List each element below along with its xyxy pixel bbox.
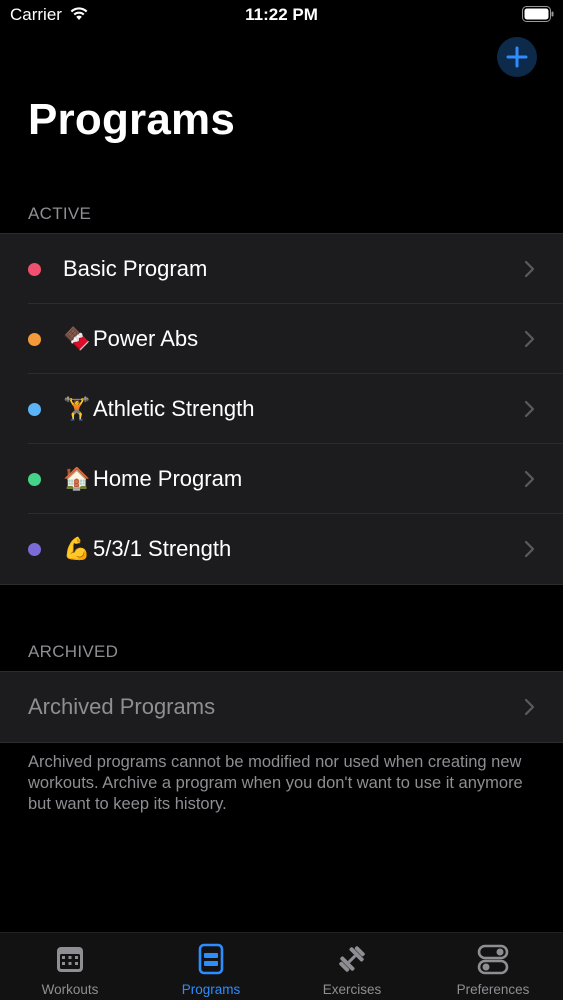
program-row-home-program[interactable]: 🏠 Home Program <box>0 444 563 514</box>
archived-programs-list: Archived Programs <box>0 671 563 743</box>
plus-icon <box>506 46 528 68</box>
chevron-right-icon <box>524 260 535 278</box>
dumbbell-icon <box>339 946 365 972</box>
program-label: 🏠 Home Program <box>63 466 243 491</box>
program-label: 🍫 Power Abs <box>63 326 199 351</box>
program-color-dot <box>28 333 41 346</box>
program-color-dot <box>28 263 41 276</box>
program-label: 🏋️ Athletic Strength <box>63 396 255 421</box>
status-bar: Carrier 11:22 PM <box>0 0 563 30</box>
chevron-right-icon <box>524 400 535 418</box>
program-color-dot <box>28 473 41 486</box>
program-emoji: 🏠 <box>63 466 91 491</box>
calendar-icon <box>57 947 83 972</box>
tab-programs[interactable]: Programs <box>141 933 281 1000</box>
page-title: Programs <box>28 95 236 144</box>
active-section-header: ACTIVE <box>28 204 92 223</box>
battery-icon <box>522 6 554 22</box>
program-row-basic-program[interactable]: Basic Program <box>0 234 563 304</box>
tab-label: Workouts <box>41 982 99 997</box>
program-color-dot <box>28 543 41 556</box>
add-program-button[interactable] <box>497 37 537 77</box>
program-row-531-strength[interactable]: 💪 5/3/1 Strength <box>0 514 563 584</box>
programs-screen: Carrier 11:22 PM Programs ACTIVE Basic P… <box>0 0 563 1000</box>
program-label: Basic Program <box>63 256 208 281</box>
program-emoji: 🍫 <box>63 326 91 351</box>
clock: 11:22 PM <box>245 5 318 24</box>
program-color-dot <box>28 403 41 416</box>
archived-footnote: Archived programs cannot be modified nor… <box>28 753 523 813</box>
toggles-icon <box>477 944 509 975</box>
program-row-athletic-strength[interactable]: 🏋️ Athletic Strength <box>0 374 563 444</box>
archived-section-header: ARCHIVED <box>28 642 119 661</box>
tab-label: Exercises <box>322 982 382 997</box>
archived-programs-row[interactable]: Archived Programs <box>0 672 563 742</box>
chevron-right-icon <box>524 330 535 348</box>
tab-workouts[interactable]: Workouts <box>0 933 140 1000</box>
program-icon <box>198 943 224 975</box>
program-emoji: 💪 <box>63 536 91 561</box>
chevron-right-icon <box>524 540 535 558</box>
program-label: 💪 5/3/1 Strength <box>63 536 232 561</box>
tab-preferences[interactable]: Preferences <box>423 933 563 1000</box>
tab-exercises[interactable]: Exercises <box>282 933 422 1000</box>
tab-label: Preferences <box>456 982 530 997</box>
chevron-right-icon <box>524 470 535 488</box>
tab-label: Programs <box>181 982 241 997</box>
tab-bar: Workouts Programs Exercises Preferences <box>0 932 563 1000</box>
program-row-power-abs[interactable]: 🍫 Power Abs <box>0 304 563 374</box>
chevron-right-icon <box>524 698 535 716</box>
archived-programs-label: Archived Programs <box>28 694 216 719</box>
active-programs-list: Basic Program 🍫 Power Abs 🏋️ Athletic Stre… <box>0 233 563 585</box>
program-emoji: 🏋️ <box>63 396 91 421</box>
